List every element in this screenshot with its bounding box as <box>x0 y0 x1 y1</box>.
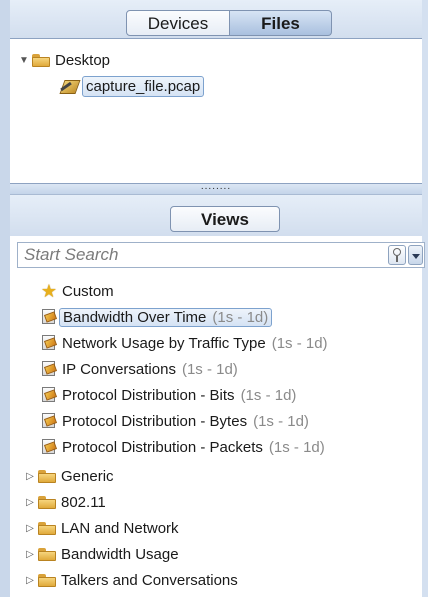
tab-files[interactable]: Files <box>230 10 332 36</box>
folder-icon <box>38 547 56 561</box>
view-item-custom[interactable]: ★ Custom <box>40 281 114 301</box>
report-view-icon <box>40 308 58 326</box>
view-item-label: Protocol Distribution - Bytes <box>62 412 248 430</box>
search-input[interactable] <box>18 243 378 267</box>
tree-node-label: Desktop <box>55 51 111 69</box>
view-item-label: Bandwidth Over Time <box>63 308 207 326</box>
tab-devices[interactable]: Devices <box>126 10 230 36</box>
triangle-right-icon[interactable]: ▷ <box>24 574 36 586</box>
report-view-icon <box>40 438 58 456</box>
star-icon: ★ <box>40 281 58 301</box>
view-item-range: (1s - 1d) <box>240 386 297 404</box>
dropdown-arrow-icon[interactable] <box>408 245 423 265</box>
view-item-bandwidth-over-time[interactable]: Bandwidth Over Time (1s - 1d) <box>40 307 273 327</box>
report-view-icon <box>40 334 58 352</box>
report-view-icon <box>40 412 58 430</box>
folder-generic[interactable]: ▷ Generic <box>24 466 114 486</box>
source-tabs: Devices Files <box>126 10 332 36</box>
search-box <box>17 242 425 268</box>
tree-node-capture-file[interactable]: capture_file.pcap <box>60 75 205 97</box>
folder-lan-and-network[interactable]: ▷ LAN and Network <box>24 518 179 538</box>
triangle-right-icon[interactable]: ▷ <box>24 548 36 560</box>
view-item-range: (1s - 1d) <box>271 334 328 352</box>
triangle-right-icon[interactable]: ▷ <box>24 522 36 534</box>
pane-splitter[interactable]: ........ <box>10 182 422 194</box>
files-tree-pane: ▼ Desktop capture_file.pcap <box>10 38 422 184</box>
view-item-range: (1s - 1d) <box>253 412 309 430</box>
folder-bandwidth-usage[interactable]: ▷ Bandwidth Usage <box>24 544 179 564</box>
folder-label: LAN and Network <box>61 519 179 537</box>
capture-file-icon <box>60 78 80 94</box>
views-pane: ★ Custom Bandwidth Over Time (1s - 1d) Ne… <box>10 236 425 597</box>
view-item-range: (1s - 1d) <box>212 308 269 326</box>
view-item-label: Network Usage by Traffic Type <box>62 334 266 352</box>
folder-icon <box>38 521 56 535</box>
folder-802-11[interactable]: ▷ 802.11 <box>24 492 106 512</box>
folder-icon <box>38 573 56 587</box>
report-view-icon <box>40 386 58 404</box>
folder-label: Generic <box>61 467 114 485</box>
triangle-down-icon[interactable]: ▼ <box>18 54 30 66</box>
view-item-ip-conversations[interactable]: IP Conversations (1s - 1d) <box>40 359 238 379</box>
view-item-label: Custom <box>62 282 114 300</box>
folder-icon <box>38 495 56 509</box>
views-header: Views <box>10 194 422 236</box>
tree-node-desktop[interactable]: ▼ Desktop <box>18 50 110 70</box>
window-frame-left <box>0 0 10 597</box>
folder-label: Bandwidth Usage <box>61 545 179 563</box>
view-item-range: (1s - 1d) <box>268 438 325 456</box>
window-frame-right <box>422 0 428 597</box>
folder-icon <box>38 469 56 483</box>
report-view-icon <box>40 360 58 378</box>
folder-talkers-and-conversations[interactable]: ▷ Talkers and Conversations <box>24 570 238 590</box>
view-item-label: Protocol Distribution - Bits <box>62 386 235 404</box>
view-item-label: Protocol Distribution - Packets <box>62 438 263 456</box>
view-item-network-usage[interactable]: Network Usage by Traffic Type (1s - 1d) <box>40 333 328 353</box>
triangle-right-icon[interactable]: ▷ <box>24 470 36 482</box>
tree-node-label: capture_file.pcap <box>82 75 205 97</box>
folder-icon <box>32 53 50 67</box>
view-item-label: IP Conversations <box>62 360 176 378</box>
view-item-protocol-packets[interactable]: Protocol Distribution - Packets (1s - 1d… <box>40 437 325 457</box>
view-item-protocol-bytes[interactable]: Protocol Distribution - Bytes (1s - 1d) <box>40 411 309 431</box>
view-item-range: (1s - 1d) <box>181 360 238 378</box>
source-tab-bar: Devices Files <box>10 0 422 38</box>
view-item-selection: Bandwidth Over Time (1s - 1d) <box>59 307 273 327</box>
folder-label: 802.11 <box>61 493 106 511</box>
view-item-protocol-bits[interactable]: Protocol Distribution - Bits (1s - 1d) <box>40 385 296 405</box>
search-icon[interactable] <box>388 245 406 265</box>
tab-views[interactable]: Views <box>170 206 280 232</box>
triangle-right-icon[interactable]: ▷ <box>24 496 36 508</box>
folder-label: Talkers and Conversations <box>61 571 238 589</box>
